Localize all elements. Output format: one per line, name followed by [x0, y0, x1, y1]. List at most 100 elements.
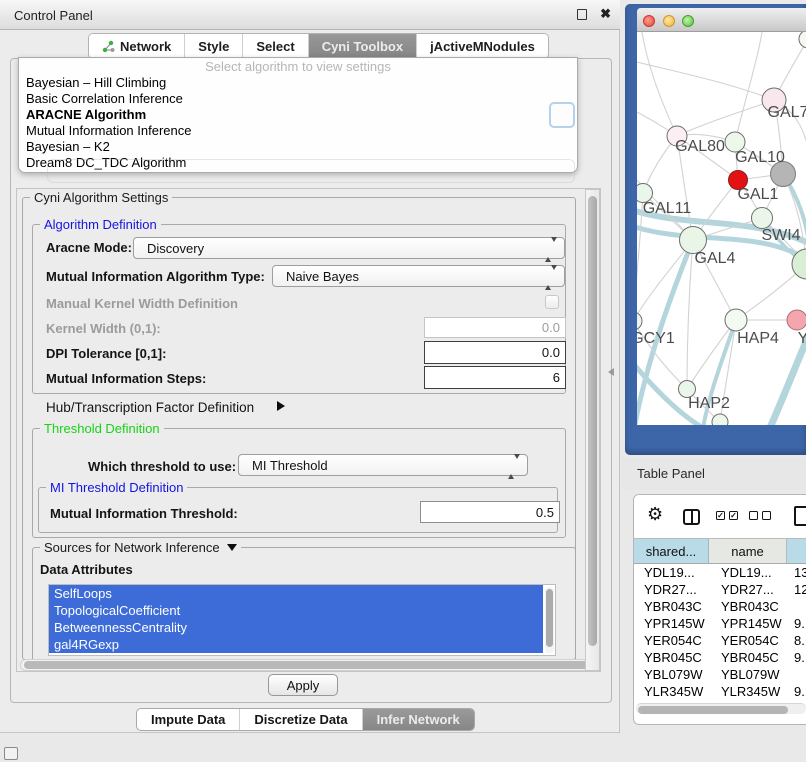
node-bottom[interactable]: [712, 414, 728, 425]
apply-button[interactable]: Apply: [268, 674, 338, 696]
close-icon[interactable]: ✖: [600, 6, 611, 22]
network-window-titlebar[interactable]: [637, 8, 806, 32]
algorithm-option-bayesian-k2[interactable]: Bayesian – K2: [19, 139, 577, 155]
manual-kernel-checkbox[interactable]: [545, 295, 559, 309]
deselect-all-checkbox-icon[interactable]: [762, 511, 771, 520]
panel-splitter-arrow[interactable]: [608, 368, 614, 376]
table-horizontal-scrollbar[interactable]: [636, 703, 806, 714]
column-header-2[interactable]: [787, 539, 806, 563]
which-threshold-value: MI Threshold: [252, 458, 328, 473]
collapse-arrow-icon[interactable]: [227, 544, 237, 551]
mi-steps-field[interactable]: 6: [424, 366, 566, 389]
mi-threshold-label: Mutual Information Threshold:: [50, 506, 238, 521]
table-cell[interactable]: YBR045C: [709, 649, 787, 666]
table-cell[interactable]: YBR043C: [709, 598, 787, 615]
node-hap4[interactable]: [725, 309, 747, 331]
kernel-width-field[interactable]: 0.0: [424, 317, 566, 338]
algorithm-option-bayesian-hill-climbing[interactable]: Bayesian – Hill Climbing: [19, 75, 577, 91]
column-header-name[interactable]: name: [709, 539, 787, 563]
table-cell[interactable]: YBL079W: [709, 666, 787, 683]
attribute-option-selfloops[interactable]: SelfLoops: [49, 585, 543, 602]
table-cell[interactable]: YBR043C: [634, 598, 709, 615]
select-all-checkbox-icon[interactable]: ✓: [729, 511, 738, 520]
tab-discretize-data[interactable]: Discretize Data: [240, 709, 362, 730]
close-traffic-light-icon[interactable]: [643, 15, 655, 27]
table-row[interactable]: YDL19...YDL19...13: [634, 564, 806, 581]
table-cell[interactable]: YER054C: [709, 632, 787, 649]
table-row[interactable]: YDR27...YDR27...12: [634, 581, 806, 598]
mi-threshold-field[interactable]: 0.5: [420, 501, 560, 523]
tab-cyni-toolbox[interactable]: Cyni Toolbox: [309, 34, 417, 58]
minimize-traffic-light-icon[interactable]: [663, 15, 675, 27]
tab-network[interactable]: Network: [89, 34, 185, 58]
table-row[interactable]: YBR043CYBR043C: [634, 598, 806, 615]
table-row[interactable]: YBL079WYBL079W: [634, 666, 806, 683]
attribute-option-betweennesscentrality[interactable]: BetweennessCentrality: [49, 619, 543, 636]
node-label-gal1: GAL1: [738, 186, 779, 203]
table-cell[interactable]: [787, 598, 806, 615]
deselect-all-checkbox-icon[interactable]: [749, 511, 758, 520]
table-row[interactable]: YLR345WYLR345W9.: [634, 683, 806, 700]
table-cell[interactable]: YBL079W: [634, 666, 709, 683]
table-cell[interactable]: 13: [787, 564, 806, 581]
table-cell[interactable]: YDL19...: [709, 564, 787, 581]
attributes-scrollbar[interactable]: [545, 587, 554, 653]
node-swi4[interactable]: [752, 208, 773, 229]
gear-icon[interactable]: ⚙: [647, 504, 663, 525]
node-top-right[interactable]: [799, 32, 806, 48]
float-window-icon[interactable]: [577, 9, 587, 20]
settings-horizontal-scrollbar[interactable]: [20, 659, 598, 671]
table-cell[interactable]: 12: [787, 581, 806, 598]
zoom-traffic-light-icon[interactable]: [682, 15, 694, 27]
aracne-mode-select[interactable]: Discovery: [133, 237, 565, 259]
tab-impute-data[interactable]: Impute Data: [137, 709, 240, 730]
node-gcy1[interactable]: [637, 312, 642, 330]
new-table-icon[interactable]: [794, 506, 806, 526]
table-cell[interactable]: YDL19...: [634, 564, 709, 581]
combo-arrows-icon: [508, 459, 520, 474]
data-attributes-list[interactable]: SelfLoopsTopologicalCoefficientBetweenne…: [48, 584, 556, 656]
mi-algorithm-type-select[interactable]: Naive Bayes: [272, 265, 565, 287]
network-canvas[interactable]: GAL7GAL80GAL10GAL1GAL11SWI4GAL4GCY1HAP4Y…: [637, 32, 806, 425]
algorithm-option-basic-correlation-inference[interactable]: Basic Correlation Inference: [19, 91, 577, 107]
tab-select[interactable]: Select: [243, 34, 308, 58]
attribute-option-gal4rgexp[interactable]: gal4RGexp: [49, 636, 543, 653]
table-cell[interactable]: YLR345W: [709, 683, 787, 700]
node-pink[interactable]: [787, 310, 806, 330]
table-cell[interactable]: YER054C: [634, 632, 709, 649]
column-layout-icon[interactable]: [683, 509, 700, 525]
tab-jactivemnodules[interactable]: jActiveMNodules: [417, 34, 548, 58]
manual-kernel-label: Manual Kernel Width Definition: [46, 296, 238, 311]
table-cell[interactable]: YLR345W: [634, 683, 709, 700]
table-cell[interactable]: YBR045C: [634, 649, 709, 666]
tab-infer-network[interactable]: Infer Network: [363, 709, 474, 730]
table-cell[interactable]: 8.: [787, 632, 806, 649]
dpi-tolerance-field[interactable]: 0.0: [424, 341, 566, 364]
table-cell[interactable]: 9.: [787, 615, 806, 632]
table-cell[interactable]: YDR27...: [634, 581, 709, 598]
settings-vertical-scrollbar[interactable]: [585, 189, 600, 671]
table-cell[interactable]: YDR27...: [709, 581, 787, 598]
which-threshold-select[interactable]: MI Threshold: [238, 454, 528, 476]
table-row[interactable]: YER054CYER054C8.: [634, 632, 806, 649]
table-cell[interactable]: YPR145W: [634, 615, 709, 632]
column-header-shared-[interactable]: shared...: [634, 539, 709, 563]
table-cell[interactable]: 9.: [787, 683, 806, 700]
expand-arrow-icon[interactable]: [277, 401, 285, 411]
table-row[interactable]: YPR145WYPR145W9.: [634, 615, 806, 632]
tab-label: Style: [198, 39, 229, 54]
sources-title[interactable]: Sources for Network Inference: [40, 540, 241, 555]
table-row[interactable]: YBR045CYBR045C9.: [634, 649, 806, 666]
table-cell[interactable]: [787, 666, 806, 683]
algorithm-option-aracne-algorithm[interactable]: ARACNE Algorithm: [19, 107, 577, 123]
table-cell[interactable]: 9.: [787, 649, 806, 666]
tab-style[interactable]: Style: [185, 34, 243, 58]
algorithm-option-mutual-information-inference[interactable]: Mutual Information Inference: [19, 123, 577, 139]
minimized-panel-icon[interactable]: [4, 747, 18, 760]
tab-label: Network: [120, 39, 171, 54]
table-cell[interactable]: YPR145W: [709, 615, 787, 632]
attribute-option-topologicalcoefficient[interactable]: TopologicalCoefficient: [49, 602, 543, 619]
ghost-focused-combo: [549, 102, 575, 128]
hub-section-label[interactable]: Hub/Transcription Factor Definition: [46, 400, 254, 415]
select-all-checkbox-icon[interactable]: ✓: [716, 511, 725, 520]
